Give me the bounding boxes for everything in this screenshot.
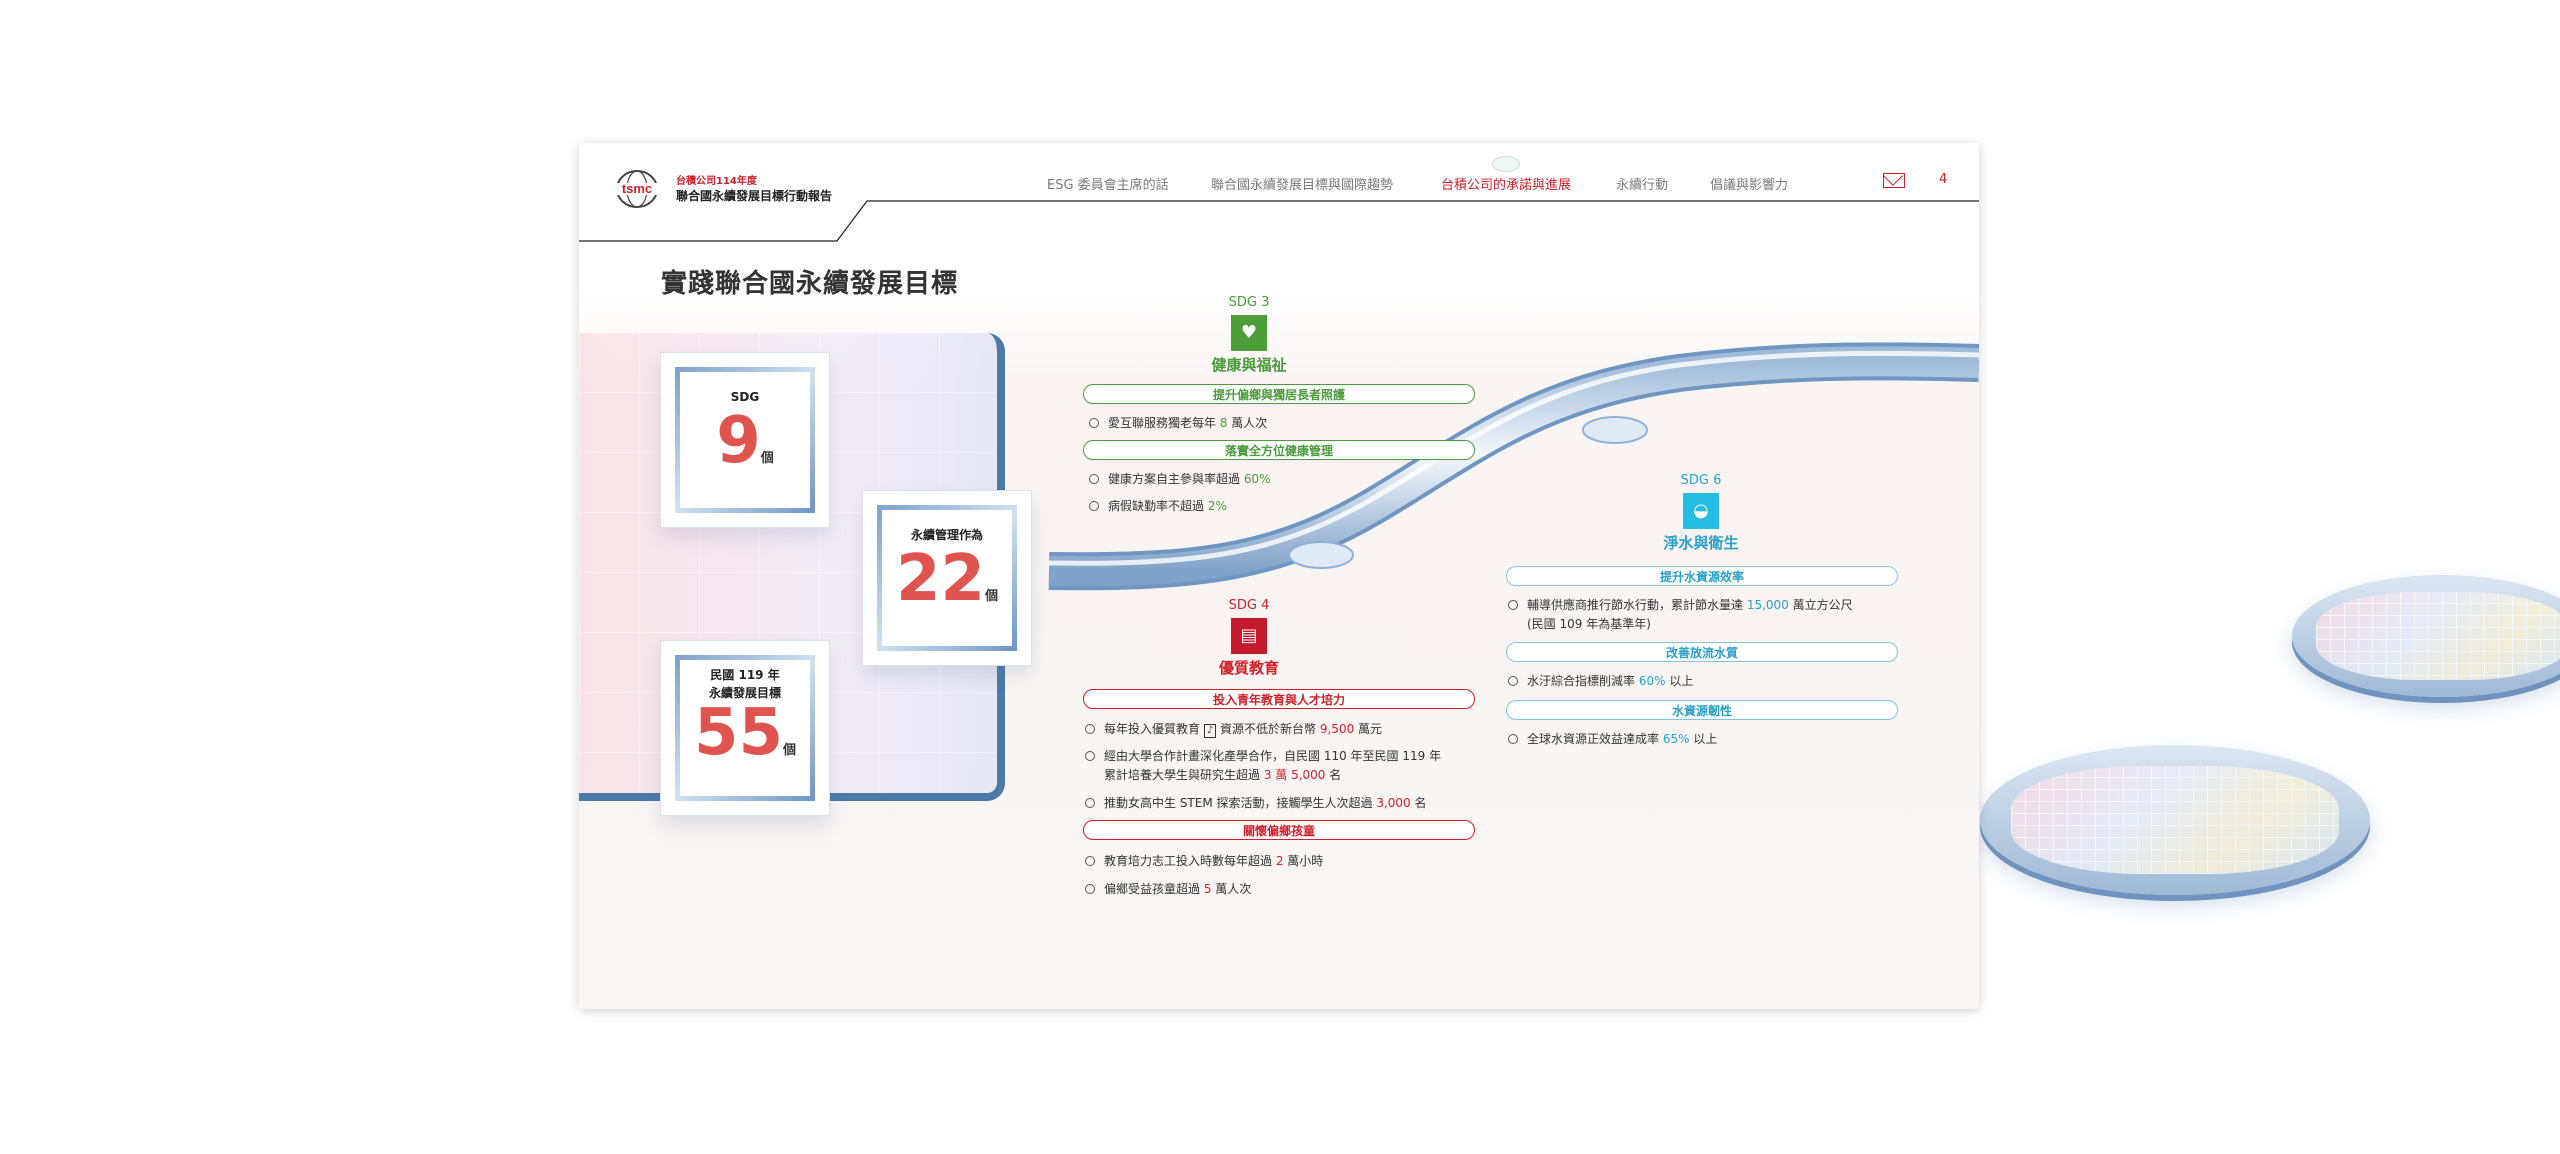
sdg4-target-item: 教育培力志工投入時數每年超過 2 萬小時 [1083,852,1323,871]
stat-unit: 個 [783,743,797,758]
sdg6-target-item: 全球水資源正效益達成率 65% 以上 [1506,730,1717,749]
sdg-tag: SDG 4 [1228,598,1270,613]
stat-unit: 個 [760,451,774,466]
stat-card-sdg: SDG 9個 [661,353,829,527]
sdg-name: 健康與福祉 [1211,356,1287,374]
sdg6-target-item: 輔導供應商推行節水行動，累計節水量達 15,000 萬立方公尺 (民國 109 年… [1506,596,1853,634]
sdg4-target-item: 推動女高中生 STEM 探索活動，接觸學生人次超過 3,000 名 [1083,794,1427,813]
stat-value: 22 [895,542,986,616]
sdg4-goal-pill: 關懷偏鄉孩童 [1083,820,1475,840]
sdg6-header: SDG 6 ◒ 淨水與衛生 [1651,473,1751,553]
wafer-decoration [2292,575,2560,697]
health-heartbeat-icon: ♥ [1231,315,1267,351]
sdg4-goal-pill: 投入青年教育與人才培力 [1083,689,1475,709]
sdg3-goal-pill: 落實全方位健康管理 [1083,440,1475,460]
sdg6-goal-pill: 水資源韌性 [1506,700,1898,720]
sdg-tag: SDG 6 [1680,473,1722,488]
sdg3-target-item: 愛互聯服務獨老每年 8 萬人次 [1087,414,1267,433]
sdg6-goal-pill: 提升水資源效率 [1506,566,1898,586]
music-note-icon: ♪ [1203,724,1217,738]
sdg4-target-item: 經由大學合作計畫深化產學合作，自民國 110 年至民國 119 年累計培養大學生… [1083,747,1441,785]
sdg4-header: SDG 4 ▤ 優質教育 [1199,598,1299,678]
water-drop-icon: ◒ [1683,493,1719,529]
stat-card-targets: 民國 119 年 永續發展目標 55個 [661,641,829,815]
report-page: tsmc 台積公司114年度 聯合國永續發展目標行動報告 ESG 委員會主席的話… [579,143,1979,1009]
sdg6-goal-pill: 改善放流水質 [1506,642,1898,662]
sdg6-target-item: 水汙綜合指標削減率 60% 以上 [1506,672,1693,691]
stat-card-management: 永續管理作為 22個 [863,491,1031,665]
sdg-name: 淨水與衛生 [1663,534,1739,552]
wafer-decoration [1980,745,2370,895]
sdg3-target-item: 健康方案自主參與率超過 60% [1087,470,1271,489]
stat-unit: 個 [985,589,999,604]
sdg3-header: SDG 3 ♥ 健康與福祉 [1199,295,1299,375]
sdg3-target-item: 病假缺勤率不超過 2% [1087,497,1227,516]
stat-value: 9 [716,404,761,478]
education-book-icon: ▤ [1231,618,1267,654]
sdg-tag: SDG 3 [1228,295,1270,310]
sdg4-target-item: 每年投入優質教育 ♪ 資源不低於新台幣 9,500 萬元 [1083,720,1382,739]
stat-value: 55 [693,696,784,770]
sdg4-target-item: 偏鄉受益孩童超過 5 萬人次 [1083,880,1251,899]
sdg-name: 優質教育 [1218,659,1279,677]
sdg3-goal-pill: 提升偏鄉與獨居長者照護 [1083,384,1475,404]
stat-label: 民國 119 年 [710,668,780,682]
